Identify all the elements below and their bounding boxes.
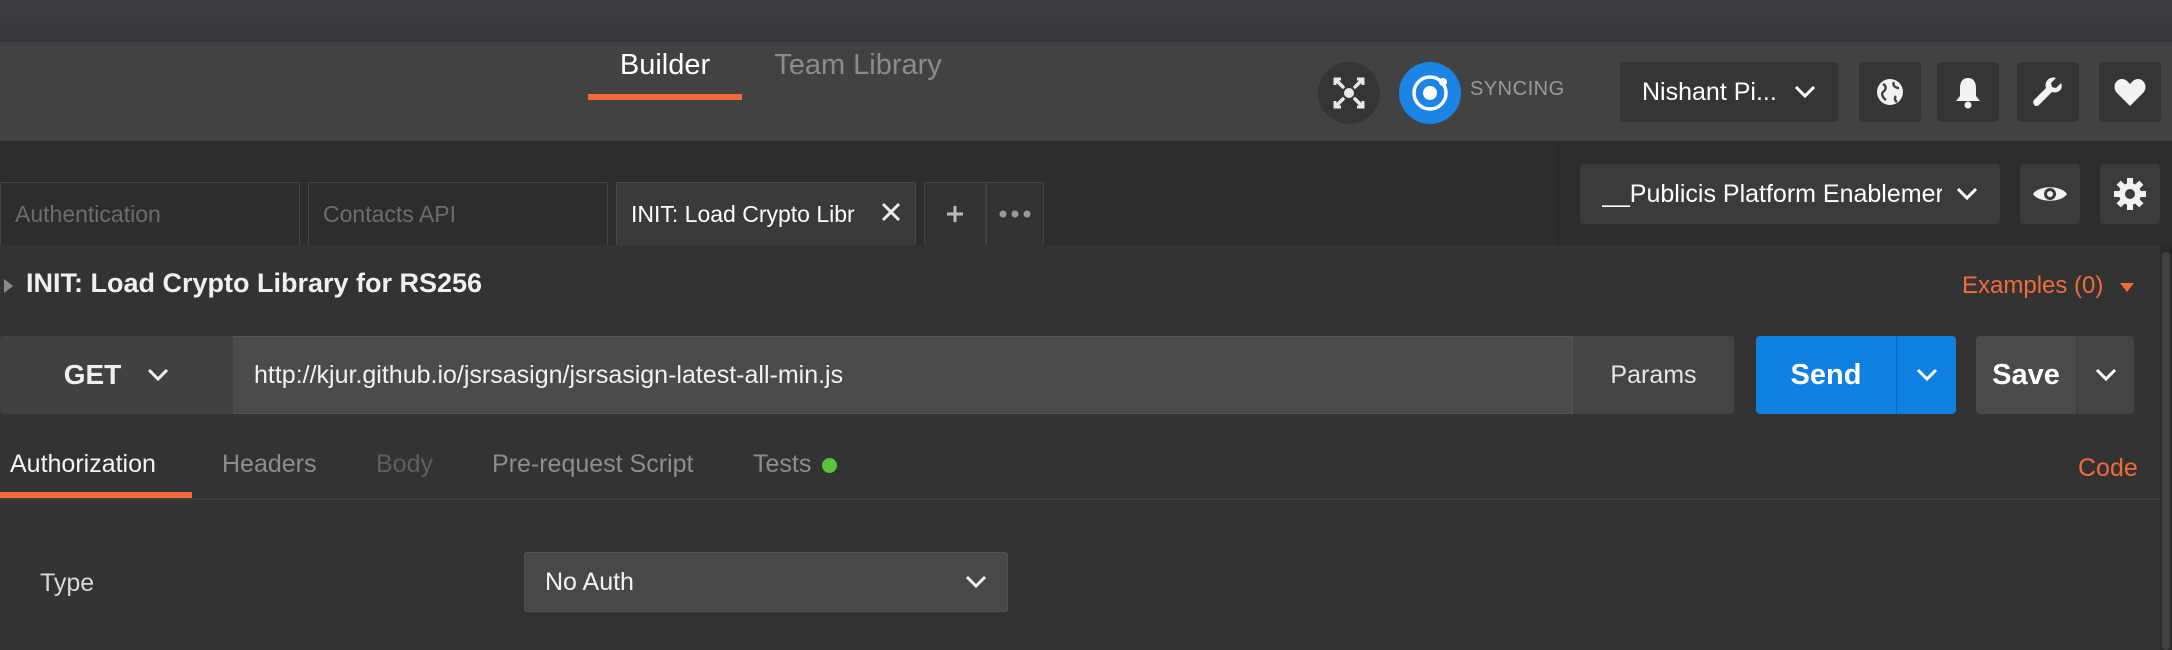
user-name: Nishant Pi... <box>1642 77 1777 106</box>
tab-headers[interactable]: Headers <box>222 450 317 479</box>
chevron-down-icon <box>1794 85 1816 99</box>
ellipsis-icon <box>999 210 1031 218</box>
tab-pre-request-script[interactable]: Pre-request Script <box>492 450 693 479</box>
save-button[interactable]: Save <box>1976 336 2076 414</box>
new-tab-button[interactable] <box>924 182 986 245</box>
active-tab-indicator <box>588 94 742 100</box>
close-icon[interactable] <box>876 197 906 227</box>
window-title-bar <box>0 0 2172 42</box>
environment-select[interactable]: __Publicis Platform Enablemer <box>1580 164 2000 224</box>
tab-authorization[interactable]: Authorization <box>10 450 156 479</box>
globe-icon[interactable] <box>1859 62 1921 122</box>
heart-icon[interactable] <box>2099 62 2161 122</box>
params-button[interactable]: Params <box>1572 336 1734 414</box>
environment-selected-label: __Publicis Platform Enablemer <box>1602 179 1942 208</box>
gear-icon[interactable] <box>2100 164 2160 224</box>
chevron-down-icon <box>1956 187 1978 201</box>
chevron-down-icon <box>1916 368 1937 382</box>
capture-icon[interactable] <box>1318 62 1380 124</box>
app-header <box>0 42 2172 142</box>
tab-tests[interactable]: Tests <box>753 450 811 479</box>
save-options-button[interactable] <box>2076 336 2134 414</box>
user-menu-dropdown[interactable]: Nishant Pi... <box>1620 62 1838 122</box>
wrench-icon[interactable] <box>2017 62 2079 122</box>
url-input[interactable] <box>234 337 1572 413</box>
divider <box>0 498 2160 500</box>
send-button[interactable]: Send <box>1756 336 1896 414</box>
scrollbar-thumb[interactable] <box>2162 252 2170 650</box>
send-options-button[interactable] <box>1896 336 1956 414</box>
tab-body[interactable]: Body <box>376 450 433 479</box>
bell-icon[interactable] <box>1937 62 1999 122</box>
auth-type-select[interactable]: No Auth <box>524 552 1008 612</box>
method-label: GET <box>63 359 122 390</box>
caret-right-icon[interactable] <box>4 279 13 293</box>
request-tab-authentication[interactable]: Authentication <box>0 182 300 245</box>
plus-icon <box>947 206 963 222</box>
caret-down-icon[interactable] <box>2120 283 2134 292</box>
tests-status-dot <box>822 458 837 473</box>
request-builder-panel <box>0 245 2160 650</box>
chevron-down-icon <box>2095 368 2116 382</box>
auth-type-value: No Auth <box>545 567 634 596</box>
request-tab-init-load-crypto[interactable]: INIT: Load Crypto Libr <box>616 182 916 245</box>
chevron-down-icon <box>965 575 987 589</box>
tab-builder[interactable]: Builder <box>588 30 742 100</box>
chevron-down-icon <box>148 368 169 382</box>
sync-icon[interactable] <box>1399 62 1461 124</box>
examples-dropdown[interactable]: Examples (0) <box>1962 272 2103 300</box>
method-select[interactable]: GET <box>0 336 233 414</box>
request-title[interactable]: INIT: Load Crypto Library for RS256 <box>26 268 482 299</box>
code-link[interactable]: Code <box>2078 454 2138 483</box>
eye-icon[interactable] <box>2020 164 2080 224</box>
sync-status-text: SYNCING <box>1470 78 1565 100</box>
tab-team-library[interactable]: Team Library <box>758 30 958 100</box>
auth-type-label: Type <box>40 569 95 597</box>
request-tab-contacts-api[interactable]: Contacts API <box>308 182 608 245</box>
more-tabs-button[interactable] <box>986 182 1044 245</box>
